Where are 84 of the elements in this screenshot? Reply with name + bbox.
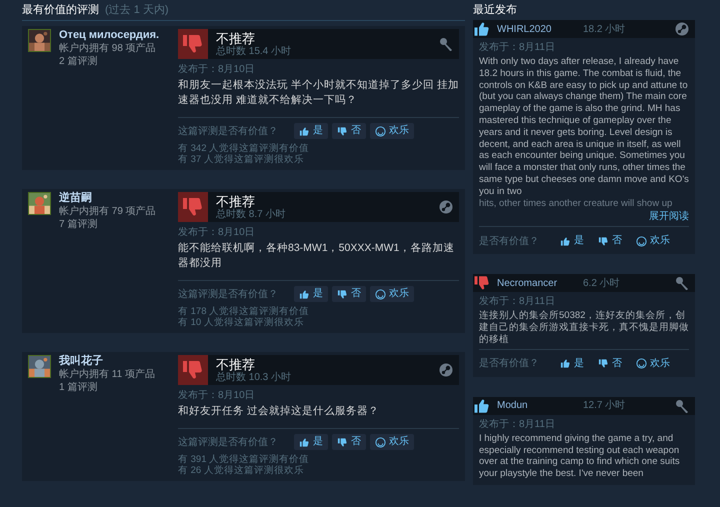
key-icon: [675, 276, 689, 290]
author-name[interactable]: Necromancer: [497, 276, 577, 291]
no-button[interactable]: 否: [593, 233, 627, 250]
product-count: 帐户内拥有 11 项产品: [59, 368, 155, 381]
review-count: 2 篇评测: [59, 55, 98, 68]
funny-count: 有 37 人觉得这篇评测很欢乐: [178, 154, 305, 165]
key-icon: [675, 398, 689, 413]
playtime: 总时数 10.3 小时: [216, 372, 292, 382]
helpful-count: 有 178 人觉得这篇评测有价值: [178, 306, 310, 317]
playtime: 6.2 小时: [583, 276, 620, 291]
thumbs-up-icon: [299, 436, 310, 448]
review-text: 和好友开任务 过会就掉这是什么服务器？: [178, 404, 380, 419]
review-text: With only two days after release, I already have 18.2 hours in this game. The combat is fluid, the controls on K&B are easy to pick up and attune to (but you can always change them) The main core gameplay of the game is also the grind. MH has mastered this technique of gameplay over the years and it never gets boring. Level design is decent, and each area is unique in itself, as well as each encounter being unique. Sometimes you will face a monster that only runs, other times the same type but cheeses one damn move and KO's you in two: [479, 56, 689, 198]
thumbs-up-icon: [299, 126, 310, 136]
smiley-icon: [375, 436, 386, 448]
yes-button[interactable]: 是: [294, 434, 328, 450]
playtime: 总时数 8.7 小时: [216, 208, 286, 220]
yes-button[interactable]: 是: [294, 123, 328, 139]
review-text: I highly recommend giving the game a try, and especially recommend testing out each weapon over at the training camp to find which one suits your playstyle the best. I've never been: [479, 432, 681, 480]
author-name[interactable]: WHIRL2020: [497, 22, 577, 36]
review-count: 7 篇评测: [59, 218, 98, 231]
yes-button[interactable]: 是: [294, 286, 328, 302]
smiley-icon: [636, 358, 647, 370]
playtime: 总时数 15.4 小时: [216, 46, 292, 56]
helpful-prompt: 这篇评测是否有价值？: [178, 288, 278, 302]
yes-button[interactable]: 是: [555, 233, 589, 250]
review-text: 能不能给联机啊，各种83-MW1，50XXX-MW1，各路加速器都没用: [178, 241, 456, 271]
no-button[interactable]: 否: [332, 286, 366, 302]
author-name[interactable]: 逆苗嗣: [59, 192, 156, 205]
read-more-link[interactable]: 展开阅读: [479, 211, 689, 224]
review-text: 连接别人的集会所50382，连好友的集会所，创建自己的集会所游戏直接卡死，真不愧是用脚做的移植: [479, 310, 689, 346]
thumbs-down-icon: [598, 236, 609, 247]
thumbs-down-icon: [598, 358, 609, 370]
funny-button[interactable]: 欢乐: [370, 434, 414, 450]
section-title: 最有价值的评测: [22, 4, 99, 16]
funny-button[interactable]: 欢乐: [631, 356, 675, 372]
funny-count: 有 26 人觉得这篇评测很欢乐: [178, 465, 305, 476]
verdict-text: 不推荐: [216, 194, 256, 208]
funny-button[interactable]: 欢乐: [370, 286, 414, 302]
product-count: 帐户内拥有 79 项产品: [59, 205, 156, 218]
section-subtitle: (过去 1 天内): [105, 4, 169, 16]
smiley-icon: [636, 236, 647, 247]
thumbs-down-icon: [337, 126, 348, 136]
helpful-count: 有 342 人觉得这篇评测有价值: [178, 143, 310, 154]
post-date: 发布于：8月10日: [178, 64, 256, 76]
no-button[interactable]: 否: [332, 434, 366, 450]
funny-count: 有 10 人觉得这篇评测很欢乐: [178, 317, 305, 328]
steam-icon: [439, 200, 453, 214]
smiley-icon: [375, 126, 386, 136]
yes-button[interactable]: 是: [555, 356, 589, 372]
author-name[interactable]: 我叫花子: [59, 355, 155, 368]
faded-text: hits, other times another creature will show up: [479, 198, 674, 210]
steam-icon: [439, 363, 453, 377]
author-name[interactable]: Отец милосердия.: [59, 29, 160, 42]
helpful-count: 有 391 人觉得这篇评测有价值: [178, 454, 310, 465]
thumbs-down-icon: [337, 288, 348, 300]
post-date: 发布于：8月10日: [178, 227, 256, 239]
helpful-prompt: 这篇评测是否有价值？: [178, 124, 278, 138]
verdict-text: 不推荐: [216, 32, 256, 46]
product-count: 帐户内拥有 98 项产品: [59, 42, 157, 55]
no-button[interactable]: 否: [593, 356, 627, 372]
key-icon: [439, 37, 453, 51]
thumbs-up-icon: [560, 236, 571, 247]
helpful-prompt: 是否有价值？: [479, 234, 539, 249]
funny-button[interactable]: 欢乐: [631, 233, 675, 250]
playtime: 18.2 小时: [583, 22, 626, 36]
thumbs-down-icon: [337, 436, 348, 448]
section-title: 最近发布: [473, 4, 517, 16]
helpful-prompt: 是否有价值？: [479, 357, 539, 372]
verdict-text: 不推荐: [216, 358, 256, 372]
post-date: 发布于：8月10日: [178, 390, 256, 402]
funny-button[interactable]: 欢乐: [370, 123, 414, 139]
thumbs-up-icon: [299, 288, 310, 300]
playtime: 12.7 小时: [583, 398, 626, 414]
thumbs-up-icon: [560, 358, 571, 370]
post-date: 发布于：8月11日: [479, 42, 556, 54]
no-button[interactable]: 否: [332, 123, 366, 139]
helpful-prompt: 这篇评测是否有价值？: [178, 436, 278, 450]
post-date: 发布于：8月11日: [479, 296, 556, 308]
smiley-icon: [375, 288, 386, 300]
author-name[interactable]: Modun: [497, 398, 577, 414]
review-text: 和朋友一起根本没法玩 半个小时就不知道掉了多少回 挂加速器也没用 难道就不给解决一下吗？: [178, 78, 459, 108]
post-date: 发布于：8月11日: [479, 418, 556, 431]
review-count: 1 篇评测: [59, 381, 98, 394]
